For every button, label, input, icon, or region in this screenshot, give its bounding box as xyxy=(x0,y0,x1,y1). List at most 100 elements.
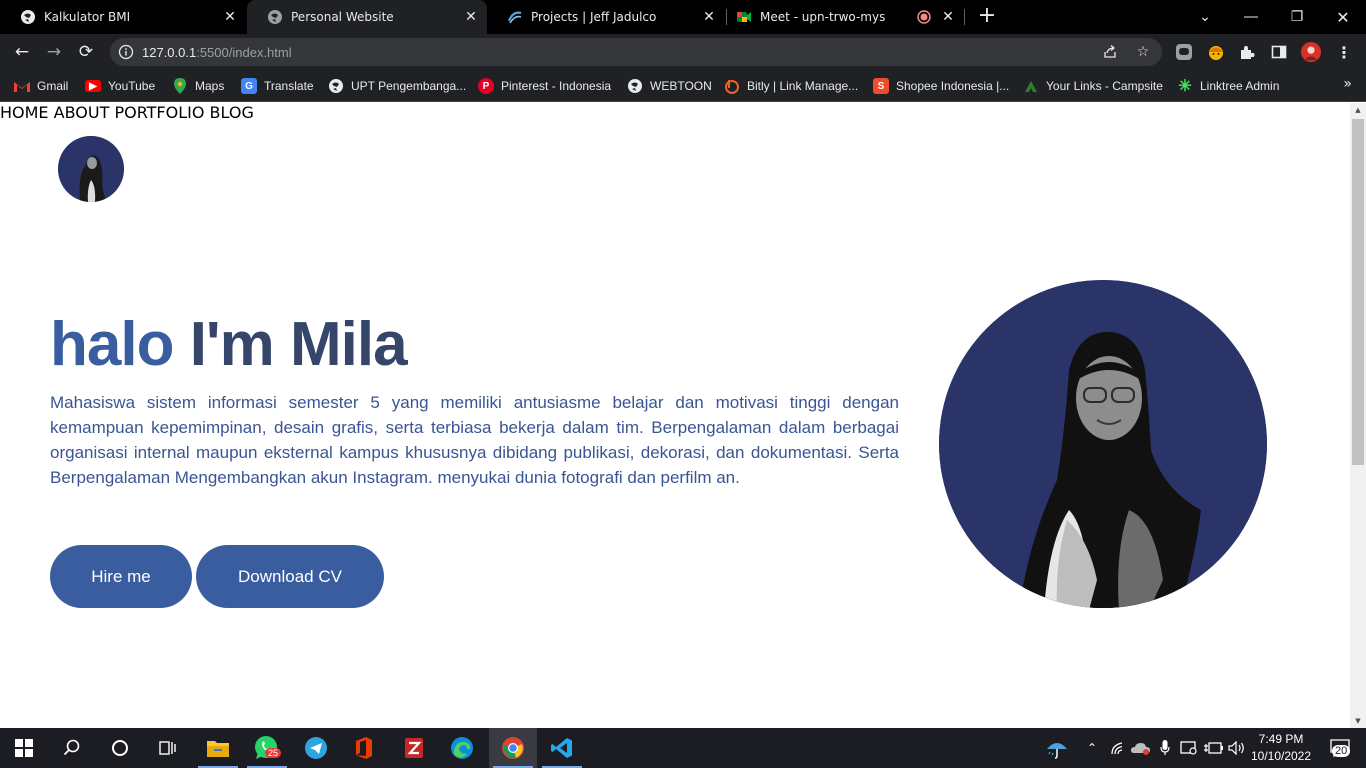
campsite-icon xyxy=(1023,78,1039,94)
side-panel-icon[interactable] xyxy=(1269,42,1289,62)
tab-strip: Kalkulator BMI ✕ Personal Website ✕ Proj… xyxy=(0,0,1366,34)
face-extension-icon[interactable] xyxy=(1206,42,1226,62)
bookmark-shopee[interactable]: S Shopee Indonesia |... xyxy=(873,76,1009,96)
bookmark-webtoon[interactable]: WEBTOON xyxy=(627,76,712,96)
show-hidden-icons[interactable]: ⌃ xyxy=(1082,728,1102,768)
globe-icon xyxy=(267,9,283,25)
nav-home[interactable]: HOME xyxy=(0,103,49,122)
globe-icon xyxy=(20,9,36,25)
url-path: :5500/index.html xyxy=(196,44,292,60)
vscode-icon[interactable] xyxy=(538,728,586,768)
maps-icon xyxy=(172,78,188,94)
bookmark-label: Bitly | Link Manage... xyxy=(747,79,859,93)
back-icon[interactable]: ← xyxy=(10,40,34,64)
weather-icon[interactable] xyxy=(1042,728,1072,768)
bookmark-label: YouTube xyxy=(108,79,156,93)
file-explorer-icon[interactable] xyxy=(194,728,242,768)
tab-kalkulator-bmi[interactable]: Kalkulator BMI ✕ xyxy=(0,0,246,34)
minimize-button[interactable]: ― xyxy=(1228,0,1274,34)
tab-title: Projects | Jeff Jadulco xyxy=(531,10,657,24)
pinterest-icon: P xyxy=(478,78,494,94)
close-icon[interactable]: ✕ xyxy=(938,9,958,25)
page-scrollbar[interactable]: ▲ ▼ xyxy=(1350,103,1366,728)
linktree-icon: ✳ xyxy=(1178,78,1192,95)
windows-taskbar: 25 ⌃ 7:49 PM 10/10/2022 20 xyxy=(0,728,1366,768)
tab-separator xyxy=(964,9,965,25)
bookmarks-overflow-icon[interactable]: » xyxy=(1343,76,1352,92)
shopee-icon: S xyxy=(873,78,889,94)
volume-icon[interactable] xyxy=(1226,728,1248,768)
bookmark-label: Translate xyxy=(264,79,314,93)
nav-blog[interactable]: BLOG xyxy=(210,103,254,122)
url-text: 127.0.0.1:5500/index.html xyxy=(142,45,292,60)
windows-start-icon[interactable] xyxy=(0,728,48,768)
close-window-button[interactable]: ✕ xyxy=(1320,0,1366,34)
extensions-puzzle-icon[interactable] xyxy=(1237,42,1257,62)
office-icon[interactable] xyxy=(340,728,388,768)
winzip-icon[interactable] xyxy=(390,728,438,768)
nav-portfolio[interactable]: PORTFOLIO xyxy=(114,103,204,122)
share-icon[interactable] xyxy=(1102,44,1118,60)
bookmark-bitly[interactable]: Bitly | Link Manage... xyxy=(724,76,858,96)
whatsapp-icon[interactable]: 25 xyxy=(243,728,291,768)
globe-icon xyxy=(328,78,344,94)
notification-center-icon[interactable]: 20 xyxy=(1320,728,1360,768)
edge-icon[interactable] xyxy=(438,728,486,768)
meet-icon xyxy=(736,9,752,25)
tab-search-icon[interactable]: ⌄ xyxy=(1182,0,1228,34)
hero-description: Mahasiswa sistem informasi semester 5 ya… xyxy=(50,393,899,487)
download-cv-button[interactable]: Download CV xyxy=(196,545,384,608)
system-clock[interactable]: 7:49 PM 10/10/2022 xyxy=(1248,731,1314,765)
bookmark-star-icon[interactable]: ☆ xyxy=(1135,44,1151,60)
hire-me-button[interactable]: Hire me xyxy=(50,545,192,608)
address-bar[interactable]: 127.0.0.1:5500/index.html ☆ xyxy=(110,38,1162,66)
tab-title: Kalkulator BMI xyxy=(44,10,131,24)
bookmark-gmail[interactable]: Gmail xyxy=(14,76,68,96)
chrome-icon[interactable] xyxy=(489,728,537,768)
bookmark-linktree[interactable]: ✳ Linktree Admin xyxy=(1177,76,1279,96)
cortana-icon[interactable] xyxy=(96,728,144,768)
clock-time: 7:49 PM xyxy=(1258,732,1304,746)
reload-icon[interactable]: ⟳ xyxy=(74,40,98,64)
scroll-up-icon[interactable]: ▲ xyxy=(1350,103,1366,117)
scrollbar-thumb[interactable] xyxy=(1352,119,1364,465)
logo-avatar[interactable] xyxy=(58,136,124,202)
bookmark-youtube[interactable]: ▶ YouTube xyxy=(85,76,155,96)
forward-icon[interactable]: → xyxy=(42,40,66,64)
browser-toolbar: ← → ⟳ 127.0.0.1:5500/index.html ☆ ⋮ xyxy=(0,34,1366,70)
bookmark-translate[interactable]: G Translate xyxy=(241,76,314,96)
close-icon[interactable]: ✕ xyxy=(461,9,481,25)
tab-meet[interactable]: Meet - upn-trwo-mys ✕ xyxy=(726,0,964,34)
display-icon[interactable] xyxy=(1178,728,1200,768)
tab-title: Personal Website xyxy=(291,10,394,24)
bookmark-label: Maps xyxy=(195,79,225,93)
gmail-icon xyxy=(14,78,30,94)
profile-avatar[interactable] xyxy=(1301,42,1321,62)
close-icon[interactable]: ✕ xyxy=(220,9,240,25)
bookmark-label: Gmail xyxy=(37,79,69,93)
onedrive-icon[interactable] xyxy=(1130,728,1152,768)
bookmark-maps[interactable]: Maps xyxy=(172,76,224,96)
tab-title: Meet - upn-trwo-mys xyxy=(760,10,886,24)
bookmark-label: Your Links - Campsite xyxy=(1046,79,1163,93)
bookmarks-bar: Gmail ▶ YouTube Maps G Translate UPT Pen… xyxy=(0,70,1366,102)
more-menu-icon[interactable]: ⋮ xyxy=(1334,42,1354,62)
bookmark-upt[interactable]: UPT Pengembanga... xyxy=(328,76,466,96)
search-icon[interactable] xyxy=(48,728,96,768)
bookmark-campsite[interactable]: Your Links - Campsite xyxy=(1023,76,1163,96)
new-tab-button[interactable]: + xyxy=(975,5,999,29)
tab-personal-website[interactable]: Personal Website ✕ xyxy=(247,0,487,34)
task-view-icon[interactable] xyxy=(144,728,192,768)
network-icon[interactable] xyxy=(1108,728,1128,768)
line-extension-icon[interactable] xyxy=(1174,42,1194,62)
telegram-icon[interactable] xyxy=(292,728,340,768)
microphone-icon[interactable] xyxy=(1156,728,1174,768)
bookmark-pinterest[interactable]: P Pinterest - Indonesia xyxy=(478,76,611,96)
battery-icon[interactable] xyxy=(1202,728,1224,768)
restore-button[interactable]: ❐ xyxy=(1274,0,1320,34)
nav-about[interactable]: ABOUT xyxy=(54,103,110,122)
site-info-icon[interactable] xyxy=(118,44,134,60)
close-icon[interactable]: ✕ xyxy=(699,9,719,25)
scroll-down-icon[interactable]: ▼ xyxy=(1350,714,1366,728)
tab-projects-jeff-jadulco[interactable]: Projects | Jeff Jadulco ✕ xyxy=(487,0,725,34)
